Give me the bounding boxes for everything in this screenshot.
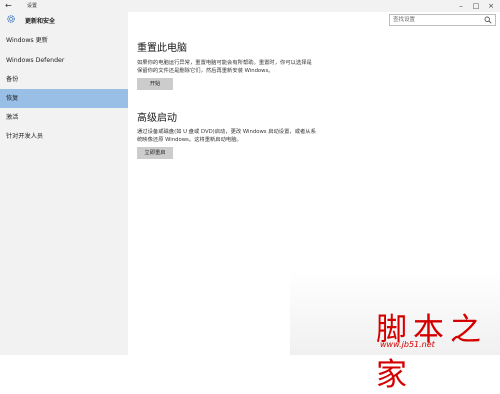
close-icon[interactable]: ×	[486, 0, 496, 12]
minimize-icon[interactable]: –	[456, 0, 466, 12]
gear-icon	[7, 15, 15, 23]
window-title: 设置	[27, 3, 38, 9]
reset-pc-description: 如果你的电脑运行异常，重置电脑可能会有所帮助。重置时，你可以选择是保留你的文件还…	[137, 60, 312, 74]
maximize-icon[interactable]: □	[471, 0, 481, 12]
back-arrow-icon[interactable]: ←	[5, 0, 12, 12]
sidebar-item-windows-update[interactable]: Windows 更新	[0, 31, 128, 50]
sidebar-item-windows-defender[interactable]: Windows Defender	[0, 51, 128, 70]
search-icon[interactable]	[484, 16, 492, 24]
watermark-logo: 脚本之家	[376, 312, 487, 393]
advanced-startup-title: 高级启动	[137, 113, 177, 124]
reset-pc-title: 重置此电脑	[137, 43, 187, 54]
section-title: 更新和安全	[25, 18, 56, 25]
watermark-url: www.jb51.net	[380, 340, 435, 349]
restart-now-button[interactable]: 立即重启	[137, 147, 173, 159]
reset-start-button[interactable]: 开始	[137, 78, 173, 90]
search-box[interactable]: 查找设置	[389, 14, 496, 26]
sidebar-item-backup[interactable]: 备份	[0, 70, 128, 89]
title-bar: ← 设置 – □ ×	[0, 0, 500, 12]
advanced-startup-description: 通过设备或磁盘(如 U 盘或 DVD)启动，更改 Windows 启动设置，或者…	[137, 129, 316, 143]
search-input[interactable]: 查找设置	[393, 15, 415, 25]
sidebar-item-recovery[interactable]: 恢复	[0, 89, 128, 108]
sidebar-item-for-developers[interactable]: 针对开发人员	[0, 127, 128, 146]
sidebar-item-activation[interactable]: 激活	[0, 108, 128, 127]
